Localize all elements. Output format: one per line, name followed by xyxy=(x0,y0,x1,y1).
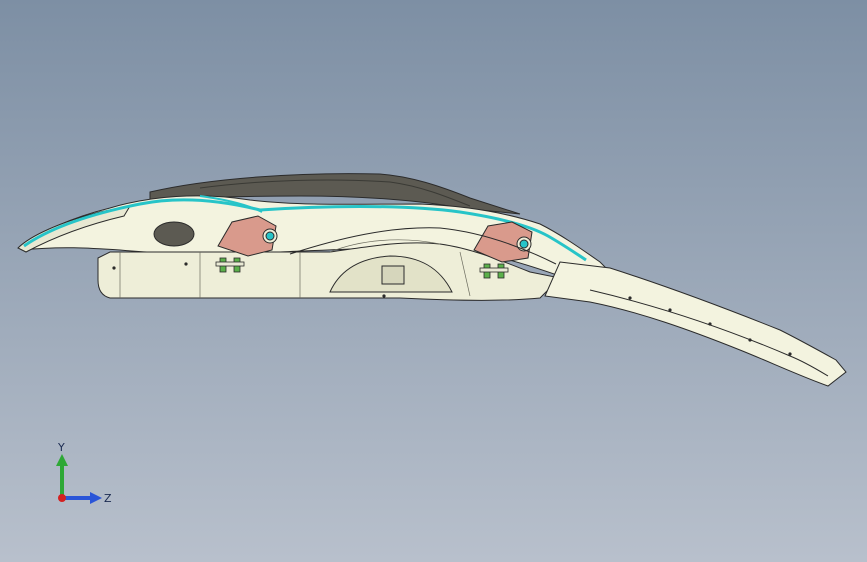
coordinate-triad: Y Z xyxy=(56,441,112,505)
y-axis-arrow xyxy=(56,454,68,498)
y-axis-label: Y xyxy=(57,441,65,454)
center-slot xyxy=(381,265,405,285)
cad-viewport[interactable]: Y Z xyxy=(0,0,867,562)
z-axis-label: Z xyxy=(104,492,112,505)
front-access-hole xyxy=(153,221,195,247)
x-axis-dot xyxy=(58,494,66,502)
cad-part-model[interactable] xyxy=(0,0,867,562)
rear-extension-arm xyxy=(544,261,847,387)
z-axis-arrow xyxy=(62,492,102,504)
